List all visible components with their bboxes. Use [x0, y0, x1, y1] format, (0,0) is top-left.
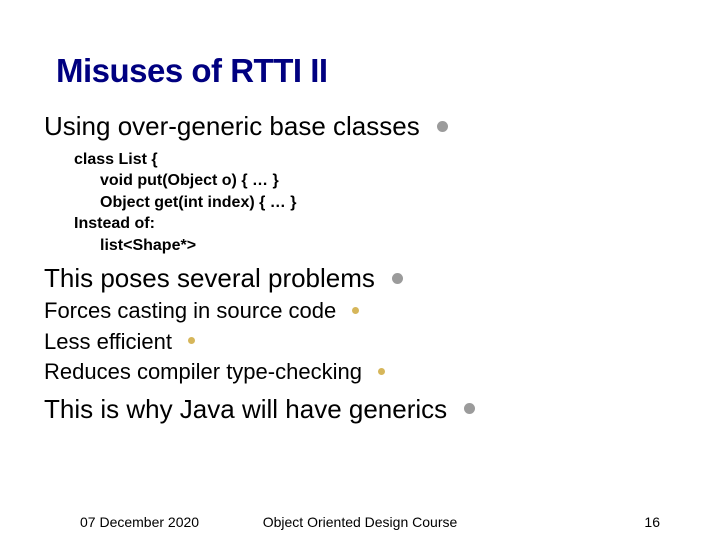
- code-line: class List {: [74, 151, 158, 168]
- footer-date: 07 December 2020: [80, 514, 199, 530]
- code-line: list<Shape*>: [74, 235, 676, 257]
- bullet-icon: [188, 337, 195, 344]
- footer-page: 16: [644, 514, 660, 530]
- code-line: Instead of:: [74, 215, 155, 232]
- subbullet-3: Reduces compiler type-checking: [44, 358, 676, 387]
- bullet-3-text: This is why Java will have generics: [44, 394, 447, 424]
- code-block: class List { void put(Object o) { … } Ob…: [74, 149, 676, 257]
- subbullet-1: Forces casting in source code: [44, 297, 676, 326]
- bullet-icon: [464, 403, 475, 414]
- bullet-icon: [437, 121, 448, 132]
- bullet-2-text: This poses several problems: [44, 263, 375, 293]
- bullet-1-text: Using over-generic base classes: [44, 111, 420, 141]
- bullet-icon: [392, 273, 403, 284]
- subbullet-2: Less efficient: [44, 328, 676, 357]
- bullet-2: This poses several problems: [44, 262, 676, 295]
- code-line: Object get(int index) { … }: [74, 192, 676, 214]
- bullet-icon: [378, 368, 385, 375]
- bullet-3: This is why Java will have generics: [44, 393, 676, 426]
- bullet-1: Using over-generic base classes: [44, 110, 676, 143]
- subbullet-1-text: Forces casting in source code: [44, 298, 336, 323]
- bullet-icon: [352, 307, 359, 314]
- slide-title: Misuses of RTTI II: [56, 52, 328, 90]
- footer-course: Object Oriented Design Course: [263, 514, 458, 530]
- code-line: void put(Object o) { … }: [74, 170, 676, 192]
- subbullet-2-text: Less efficient: [44, 329, 172, 354]
- slide-body: Using over-generic base classes class Li…: [44, 108, 676, 425]
- slide: Misuses of RTTI II Using over-generic ba…: [0, 0, 720, 540]
- subbullet-3-text: Reduces compiler type-checking: [44, 359, 362, 384]
